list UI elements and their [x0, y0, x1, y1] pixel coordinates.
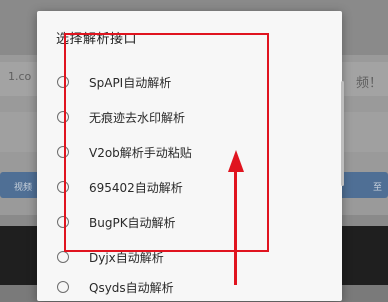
option-label: Qsyds自动解析: [89, 280, 174, 295]
annotation-arrow-head-icon: [228, 150, 244, 172]
background-left-button-label: 视频: [14, 183, 33, 193]
option-qsyds[interactable]: Qsyds自动解析: [57, 272, 317, 302]
background-hint-text: 频！: [355, 76, 382, 91]
background-right-button-label: 至: [372, 183, 382, 193]
background-right-button: 至: [338, 172, 388, 198]
annotation-arrow-line: [234, 170, 237, 285]
annotation-highlight-box: [64, 33, 269, 252]
background-field-text: 1.co: [8, 70, 32, 83]
radio-icon[interactable]: [57, 251, 69, 263]
radio-icon[interactable]: [57, 281, 69, 293]
dialog-scrollbar[interactable]: [341, 81, 344, 186]
